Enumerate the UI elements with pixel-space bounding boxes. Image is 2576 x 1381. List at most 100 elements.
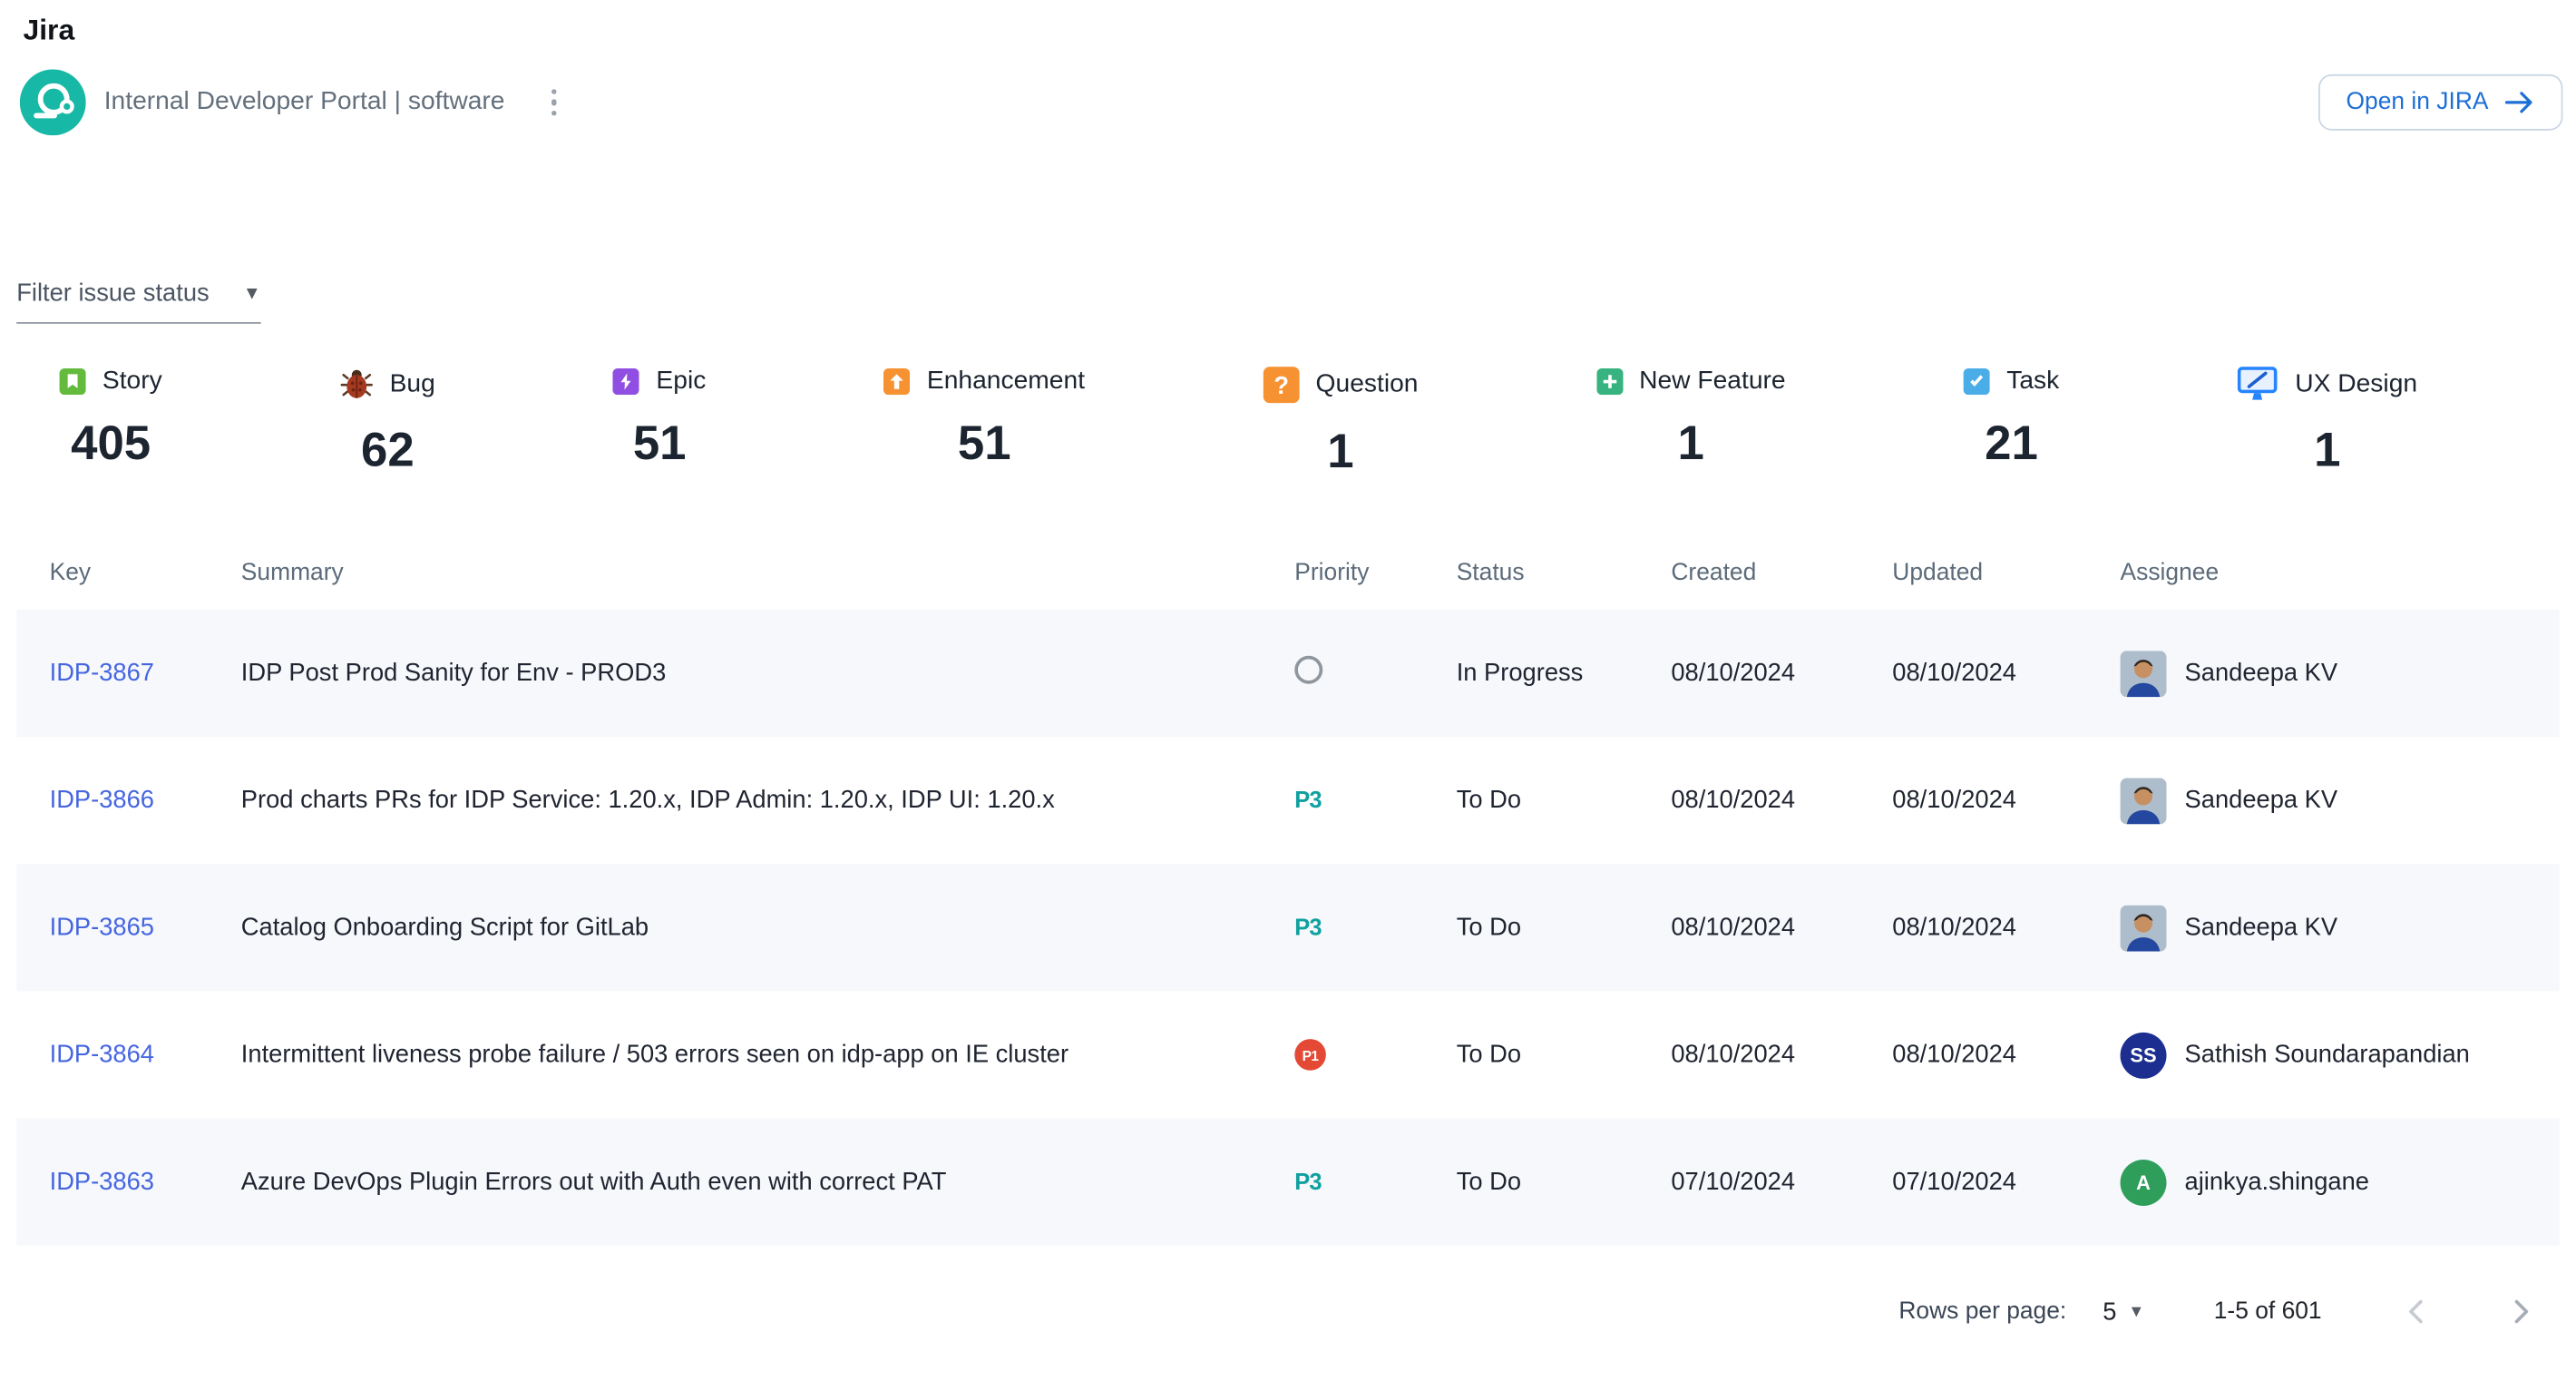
rows-per-page-select[interactable]: 5 ▼ bbox=[2103, 1298, 2144, 1326]
table-row[interactable]: IDP-3864 Intermittent liveness probe fai… bbox=[16, 991, 2560, 1118]
issue-type-count: 51 bbox=[884, 418, 1085, 473]
issue-type-label: Question bbox=[1316, 370, 1419, 400]
issue-type-card-enhancement: Enhancement 51 bbox=[884, 367, 1085, 481]
issue-type-label: Enhancement bbox=[927, 367, 1085, 397]
issue-type-label: Epic bbox=[656, 367, 706, 397]
issue-key-link[interactable]: IDP-3866 bbox=[50, 787, 154, 815]
issue-type-label: New Feature bbox=[1639, 367, 1786, 397]
issue-updated-date: 08/10/2024 bbox=[1892, 914, 2120, 942]
epic-icon bbox=[613, 368, 639, 395]
kebab-menu-icon[interactable] bbox=[542, 79, 567, 126]
priority-p3-icon: P3 bbox=[1294, 914, 1321, 942]
issue-created-date: 08/10/2024 bbox=[1671, 787, 1892, 815]
assignee-name: Sandeepa KV bbox=[2185, 787, 2338, 815]
issue-created-date: 08/10/2024 bbox=[1671, 914, 1892, 942]
column-header-updated: Updated bbox=[1892, 560, 2120, 586]
open-in-jira-button[interactable]: Open in JIRA bbox=[2318, 74, 2563, 131]
filter-issue-status-label: Filter issue status bbox=[16, 279, 209, 308]
project-header: Internal Developer Portal | software Ope… bbox=[0, 68, 2576, 137]
issue-summary: Prod charts PRs for IDP Service: 1.20.x,… bbox=[241, 787, 1294, 815]
page-content: Jira Internal Developer Portal | softwar… bbox=[0, 0, 2576, 1381]
issue-summary: Intermittent liveness probe failure / 50… bbox=[241, 1041, 1294, 1069]
issue-updated-date: 08/10/2024 bbox=[1892, 659, 2120, 687]
svg-text:?: ? bbox=[1273, 371, 1289, 399]
chevron-down-icon: ▼ bbox=[2128, 1302, 2144, 1320]
bug-icon bbox=[340, 367, 373, 401]
table-row[interactable]: IDP-3867 IDP Post Prod Sanity for Env - … bbox=[16, 610, 2560, 737]
assignee-name: Sandeepa KV bbox=[2185, 914, 2338, 942]
issue-type-card-task: Task 21 bbox=[1964, 367, 2059, 481]
ux-design-icon bbox=[2237, 367, 2278, 401]
priority-none-icon bbox=[1294, 662, 1322, 690]
column-header-status: Status bbox=[1457, 560, 1672, 586]
priority-p3-icon: P3 bbox=[1294, 787, 1321, 815]
issue-status: To Do bbox=[1457, 914, 1672, 942]
issue-key-link[interactable]: IDP-3865 bbox=[50, 914, 154, 942]
issue-summary: IDP Post Prod Sanity for Env - PROD3 bbox=[241, 659, 1294, 687]
column-header-assignee: Assignee bbox=[2121, 560, 2560, 586]
column-header-created: Created bbox=[1671, 560, 1892, 586]
issue-key-link[interactable]: IDP-3864 bbox=[50, 1041, 154, 1069]
filter-issue-status-select[interactable]: Filter issue status ▼ bbox=[16, 279, 260, 324]
issue-type-count: 405 bbox=[60, 418, 162, 473]
table-row[interactable]: IDP-3866 Prod charts PRs for IDP Service… bbox=[16, 737, 2560, 864]
issue-type-card-story: Story 405 bbox=[60, 367, 162, 481]
issue-updated-date: 07/10/2024 bbox=[1892, 1168, 2120, 1196]
issue-created-date: 08/10/2024 bbox=[1671, 1041, 1892, 1069]
rows-per-page-label: Rows per page: bbox=[1898, 1298, 2066, 1325]
issue-created-date: 08/10/2024 bbox=[1671, 659, 1892, 687]
issue-type-card-question: ? Question 1 bbox=[1263, 367, 1418, 481]
jira-plugin-page: Jira Internal Developer Portal | softwar… bbox=[0, 0, 2576, 1381]
issue-type-count: 1 bbox=[1263, 426, 1418, 481]
issue-status: To Do bbox=[1457, 1168, 1672, 1196]
issue-created-date: 07/10/2024 bbox=[1671, 1168, 1892, 1196]
task-icon bbox=[1964, 368, 1990, 395]
issue-type-label: UX Design bbox=[2295, 369, 2417, 399]
priority-p3-icon: P3 bbox=[1294, 1168, 1321, 1196]
chevron-down-icon: ▼ bbox=[243, 283, 261, 303]
issue-key-link[interactable]: IDP-3867 bbox=[50, 659, 154, 687]
issue-status: In Progress bbox=[1457, 659, 1672, 687]
column-header-summary: Summary bbox=[241, 560, 1294, 586]
issue-type-count: 21 bbox=[1964, 418, 2059, 473]
assignee-name: ajinkya.shingane bbox=[2185, 1168, 2369, 1196]
previous-page-button[interactable] bbox=[2397, 1292, 2437, 1332]
issue-type-label: Story bbox=[102, 367, 162, 397]
next-page-button[interactable] bbox=[2500, 1292, 2540, 1332]
issue-type-card-new-feature: New Feature 1 bbox=[1596, 367, 1786, 481]
pagination-range: 1-5 of 601 bbox=[2214, 1298, 2322, 1325]
pagination-footer: Rows per page: 5 ▼ 1-5 of 601 bbox=[0, 1292, 2576, 1332]
issue-type-count: 51 bbox=[613, 418, 706, 473]
issue-type-cards: Story 405 Bug 62 Epic 51 Enhancement 51 … bbox=[0, 367, 2576, 481]
question-icon: ? bbox=[1263, 367, 1299, 403]
issue-type-label: Task bbox=[2006, 367, 2059, 397]
issue-updated-date: 08/10/2024 bbox=[1892, 1041, 2120, 1069]
rows-per-page-value: 5 bbox=[2103, 1298, 2116, 1326]
arrow-right-icon bbox=[2505, 91, 2535, 113]
assignee-avatar: A bbox=[2121, 1159, 2167, 1205]
page-title: Jira bbox=[0, 0, 2576, 48]
priority-p1-icon: P1 bbox=[1294, 1039, 1326, 1067]
assignee-name: Sathish Soundarapandian bbox=[2185, 1041, 2470, 1069]
assignee-avatar bbox=[2121, 905, 2167, 951]
issue-type-label: Bug bbox=[390, 369, 435, 399]
issue-updated-date: 08/10/2024 bbox=[1892, 787, 2120, 815]
story-icon bbox=[60, 368, 86, 395]
issue-type-count: 1 bbox=[1596, 418, 1786, 473]
issue-type-card-epic: Epic 51 bbox=[613, 367, 706, 481]
issue-type-count: 1 bbox=[2237, 425, 2417, 479]
table-row[interactable]: IDP-3863 Azure DevOps Plugin Errors out … bbox=[16, 1118, 2560, 1245]
issue-status: To Do bbox=[1457, 1041, 1672, 1069]
project-name: Internal Developer Portal | software bbox=[104, 87, 505, 117]
issue-summary: Catalog Onboarding Script for GitLab bbox=[241, 914, 1294, 942]
issue-type-card-ux-design: UX Design 1 bbox=[2237, 367, 2417, 481]
open-in-jira-label: Open in JIRA bbox=[2346, 89, 2488, 115]
issue-key-link[interactable]: IDP-3863 bbox=[50, 1168, 154, 1196]
issue-status: To Do bbox=[1457, 787, 1672, 815]
assignee-avatar bbox=[2121, 778, 2167, 824]
assignee-name: Sandeepa KV bbox=[2185, 659, 2338, 687]
issue-type-count: 62 bbox=[340, 425, 435, 479]
issues-table-header: Key Summary Priority Status Created Upda… bbox=[16, 537, 2560, 610]
jira-project-logo-icon bbox=[20, 69, 86, 135]
table-row[interactable]: IDP-3865 Catalog Onboarding Script for G… bbox=[16, 864, 2560, 991]
